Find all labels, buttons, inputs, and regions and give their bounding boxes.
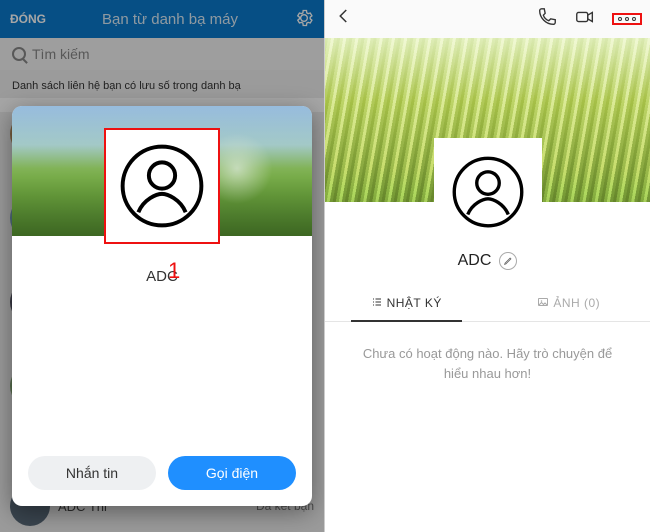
pencil-icon: [503, 256, 513, 266]
right-header: [325, 0, 650, 38]
empty-state-text: Chưa có hoạt động nào. Hãy trò chuyện để…: [325, 322, 650, 405]
phone-icon: [536, 6, 558, 28]
voice-call-button[interactable]: [536, 6, 558, 33]
tab-photos[interactable]: ẢNH (0): [488, 286, 650, 321]
call-button[interactable]: Gọi điện: [168, 456, 296, 490]
list-icon: [371, 296, 383, 311]
right-pane: 2 ADC NHẬT KÝ ẢNH (0) Chưa có hoạt động …: [325, 0, 650, 532]
edit-name-button[interactable]: [499, 252, 517, 270]
profile-name: ADC: [458, 252, 492, 270]
tab-diary[interactable]: NHẬT KÝ: [325, 286, 488, 321]
header-actions: [536, 6, 642, 33]
chevron-left-icon: [335, 7, 353, 25]
avatar[interactable]: [438, 142, 538, 242]
left-pane: ĐÓNG Bạn từ danh bạ máy Tìm kiếm Danh sá…: [0, 0, 325, 532]
cover-photo: [12, 106, 312, 236]
callout-number-1: 1: [168, 258, 180, 284]
card-body: ADC Nhắn tin Gọi điện: [12, 236, 312, 506]
image-icon: [537, 296, 549, 311]
more-icon: [618, 17, 636, 21]
card-actions: Nhắn tin Gọi điện: [12, 442, 312, 506]
avatar: [106, 130, 218, 242]
profile-tabs: NHẬT KÝ ẢNH (0): [325, 286, 650, 322]
avatar-highlight-box[interactable]: [104, 128, 220, 244]
video-icon: [574, 6, 596, 28]
person-icon: [120, 144, 204, 228]
more-button-highlight[interactable]: [612, 13, 642, 25]
profile-name-row: ADC: [325, 252, 650, 270]
back-button[interactable]: [335, 7, 353, 31]
person-icon: [452, 156, 524, 228]
video-call-button[interactable]: [574, 6, 596, 33]
message-button[interactable]: Nhắn tin: [28, 456, 156, 490]
cover-photo: [325, 38, 650, 202]
contact-card: ADC Nhắn tin Gọi điện: [12, 106, 312, 506]
